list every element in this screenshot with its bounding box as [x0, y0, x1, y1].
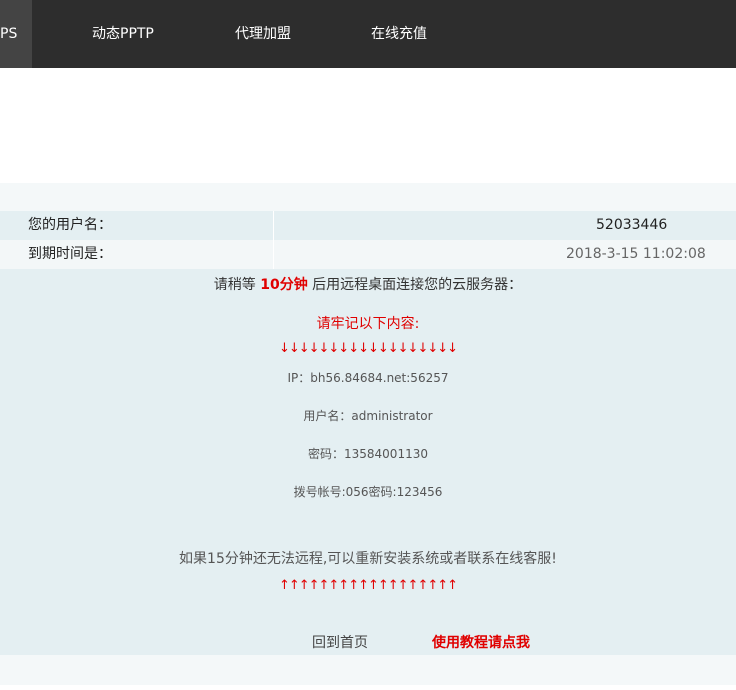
- bottom-links: 回到首页 使用教程请点我: [0, 632, 736, 652]
- back-home-link[interactable]: 回到首页: [312, 632, 368, 652]
- nav-item-label: 动态PPTP: [92, 26, 154, 42]
- nav-item-label: PS: [0, 26, 18, 42]
- instructions-panel: 请稍等 10分钟 后用远程桌面连接您的云服务器： 请牢记以下内容: ↓↓↓↓↓↓…: [0, 269, 736, 655]
- up-arrows: ↑↑↑↑↑↑↑↑↑↑↑↑↑↑↑↑↑↑: [278, 578, 458, 593]
- nav-item-online-recharge[interactable]: 在线充值: [371, 0, 427, 68]
- nav-item-label: 代理加盟: [235, 26, 291, 42]
- server-password: 密码：13584001130: [308, 447, 428, 461]
- server-username: 用户名：administrator: [303, 409, 433, 423]
- column-divider: [273, 211, 274, 240]
- nav-item-label: 在线充值: [371, 26, 427, 42]
- server-ip: IP：bh56.84684.net:56257: [287, 371, 449, 385]
- footer-strip: [0, 655, 736, 685]
- expiry-row: 到期时间是： 2018-3-15 11:02:08: [0, 240, 736, 269]
- wait-time-highlight: 10分钟: [260, 277, 308, 293]
- username-row: 您的用户名： 52033446: [0, 211, 736, 240]
- dial-account: 拨号帐号:056密码:123456: [293, 485, 443, 499]
- expiry-value: 2018-3-15 11:02:08: [566, 246, 706, 262]
- nav-item-dynamic-pptp[interactable]: 动态PPTP: [92, 0, 154, 68]
- wait-prefix: 请稍等: [213, 277, 261, 293]
- expiry-label: 到期时间是：: [28, 246, 112, 262]
- nav-item-vps[interactable]: PS: [0, 0, 32, 68]
- wait-notice: 请稍等 10分钟 后用远程桌面连接您的云服务器：: [0, 274, 736, 294]
- account-info-table: 您的用户名： 52033446 到期时间是： 2018-3-15 11:02:0…: [0, 211, 736, 269]
- username-label: 您的用户名：: [28, 217, 112, 233]
- warning-notice: 如果15分钟还无法远程,可以重新安装系统或者联系在线客服!: [179, 551, 557, 567]
- tutorial-link[interactable]: 使用教程请点我: [432, 632, 530, 652]
- down-arrows: ↓↓↓↓↓↓↓↓↓↓↓↓↓↓↓↓↓↓: [278, 341, 458, 356]
- nav-item-agent-join[interactable]: 代理加盟: [235, 0, 291, 68]
- result-banner: [0, 183, 736, 211]
- wait-suffix: 后用远程桌面连接您的云服务器：: [307, 277, 523, 293]
- remember-notice: 请牢记以下内容:: [316, 316, 420, 332]
- top-nav: PS 动态PPTP 代理加盟 在线充值: [0, 0, 736, 68]
- column-divider: [273, 240, 274, 269]
- username-value: 52033446: [596, 217, 668, 233]
